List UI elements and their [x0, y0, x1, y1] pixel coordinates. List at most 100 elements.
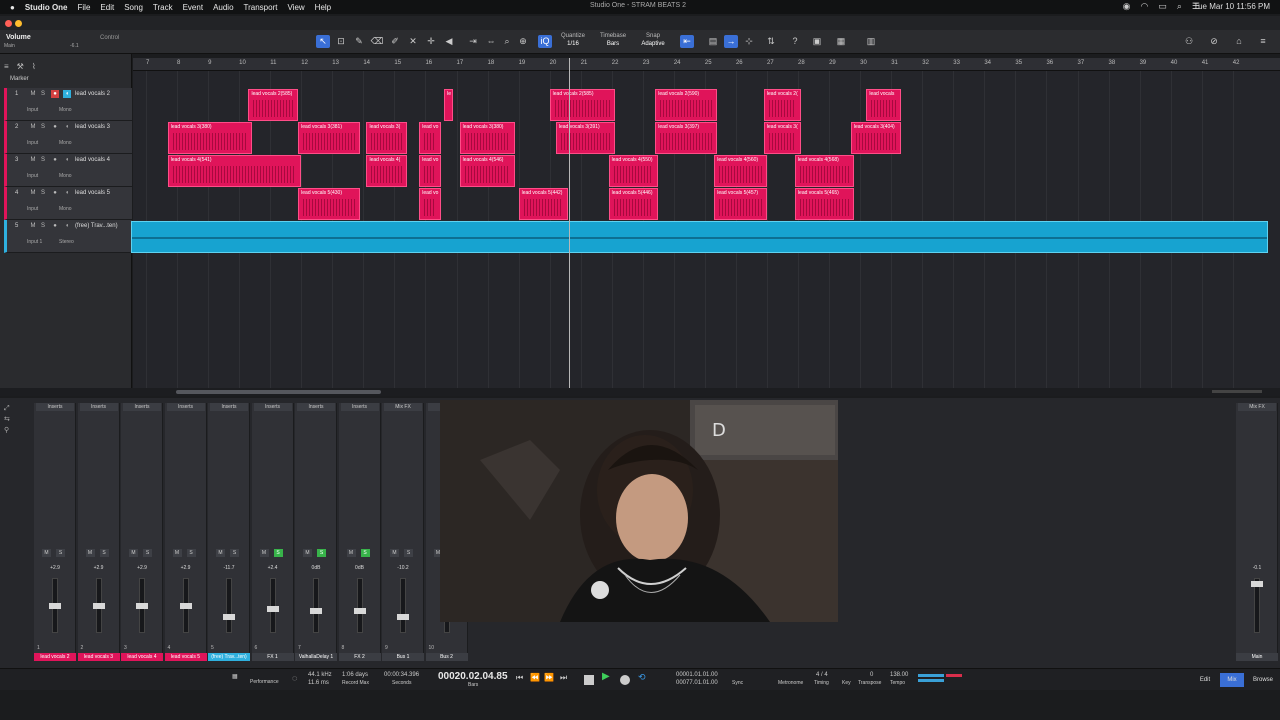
channel-strip[interactable]: Inserts M S +2.9 1 lead vocals 2 — [34, 403, 76, 661]
strip-solo-button[interactable]: S — [143, 549, 152, 557]
snap-select[interactable]: Adaptive — [636, 41, 670, 47]
strip-solo-button[interactable]: S — [99, 549, 109, 557]
track-input[interactable]: Input — [27, 173, 38, 179]
strip-fader[interactable] — [356, 578, 363, 633]
mute-button[interactable]: M — [29, 90, 37, 98]
menu-edit[interactable]: Edit — [100, 3, 114, 12]
track-header[interactable]: 1 M S ● ◖ lead vocals 2 Input Mono — [4, 88, 132, 121]
scroll-thumb[interactable] — [176, 390, 381, 394]
strip-mute-button[interactable]: M — [42, 549, 51, 557]
main-strip[interactable]: Mix FX -0.1 Main — [1236, 403, 1278, 661]
strip-name[interactable]: lead vocals 2 — [34, 653, 76, 661]
inserts-button[interactable]: Inserts — [123, 403, 161, 411]
audio-clip[interactable]: le — [444, 89, 454, 121]
strip-volume[interactable]: 0dB — [339, 565, 381, 571]
strip-name[interactable]: ValhallaDelay 1 — [295, 653, 337, 661]
strip-solo-button[interactable]: S — [360, 549, 370, 557]
cpu-icon[interactable]: ◌ — [292, 673, 297, 683]
mute-button[interactable]: M — [29, 222, 37, 230]
menu-file[interactable]: File — [78, 3, 91, 12]
horizontal-scrollbar[interactable] — [0, 388, 1280, 396]
audio-clip[interactable]: lead vocals — [866, 89, 901, 121]
track-input[interactable]: Input — [27, 107, 38, 113]
solo-button[interactable]: S — [39, 90, 47, 98]
iq-button[interactable]: iQ — [538, 35, 552, 48]
strip-volume[interactable]: 0dB — [295, 565, 337, 571]
audio-clip[interactable]: lead vocals 5(442) — [518, 188, 569, 220]
inserts-button[interactable]: Inserts — [253, 403, 292, 411]
io-icon[interactable]: ⇆ — [4, 414, 30, 425]
user-icon[interactable]: ⚇ — [1182, 35, 1196, 48]
snap-toggle-icon[interactable]: ⇤ — [680, 35, 694, 48]
mute-button[interactable]: M — [29, 123, 37, 131]
strip-mute-button[interactable]: M — [85, 549, 95, 557]
strip-name[interactable]: lead vocals 4 — [121, 653, 163, 661]
audio-clip[interactable]: lead vocals 4(546) — [459, 155, 516, 187]
search-icon[interactable]: ⌕ — [1177, 1, 1182, 12]
audio-clip[interactable]: lead vocals 3(391) — [555, 122, 615, 154]
audio-clip[interactable]: lead vocals 2(585) — [549, 89, 615, 121]
timeline-ruler[interactable]: 7 8 9 10 11 12 13 14 15 16 17 18 19 20 21 22 23 24 25 26 27 2… — [133, 58, 1280, 71]
track-header[interactable]: 4 M S ● ◖ lead vocals 5 Input Mono — [4, 187, 132, 220]
menu-track[interactable]: Track — [153, 3, 173, 12]
mute-tool-icon[interactable]: ✕ — [406, 35, 420, 48]
main-volume[interactable]: -0.1 — [1236, 565, 1278, 571]
monitor-icon[interactable]: ◖ — [63, 222, 71, 230]
listen-tool-icon[interactable]: ◀ — [442, 35, 456, 48]
paint-tool-icon[interactable]: ✐ — [388, 35, 402, 48]
help-icon[interactable]: ? — [788, 35, 802, 48]
audio-clip[interactable]: lead vocals 4(541) — [167, 155, 302, 187]
monitor-icon[interactable]: ◖ — [63, 189, 71, 197]
rewind-start-icon[interactable]: ⏮ — [516, 673, 523, 683]
tab-edit[interactable]: Edit — [1194, 673, 1216, 687]
strip-mute-button[interactable]: M — [303, 549, 312, 557]
record-arm-icon[interactable]: ● — [51, 222, 59, 230]
menu-song[interactable]: Song — [124, 3, 143, 12]
mute-button[interactable]: M — [29, 156, 37, 164]
automation-icon[interactable]: ⌇ — [32, 62, 36, 74]
audio-clip-beat[interactable] — [131, 221, 1268, 253]
range-tool-icon[interactable]: ⊡ — [334, 35, 348, 48]
apple-icon[interactable]: ● — [10, 3, 15, 12]
inserts-button[interactable]: Inserts — [340, 403, 379, 411]
audio-clip[interactable]: lead vocals 4( — [366, 155, 407, 187]
strip-mute-button[interactable]: M — [390, 549, 399, 557]
strip-solo-button[interactable]: S — [317, 549, 326, 557]
split-tool-icon[interactable]: ✎ — [352, 35, 366, 48]
forward-icon[interactable]: ⏩ — [544, 673, 554, 682]
menu-help[interactable]: Help — [315, 3, 331, 12]
strip-name[interactable]: FX 1 — [251, 653, 294, 661]
track-name[interactable]: lead vocals 2 — [75, 91, 110, 97]
strip-volume[interactable]: -10.2 — [382, 565, 424, 571]
strip-fader-knob[interactable] — [136, 602, 148, 609]
monitor-icon[interactable]: ◖ — [63, 156, 71, 164]
strip-volume[interactable]: +2.9 — [121, 565, 163, 571]
strip-name[interactable]: lead vocals 5 — [164, 653, 207, 661]
param-value[interactable]: -6.1 — [70, 43, 79, 49]
strip-fader-knob[interactable] — [353, 608, 366, 615]
menu-event[interactable]: Event — [183, 3, 203, 12]
wrench-icon[interactable]: ⚒ — [17, 62, 24, 74]
seconds-display[interactable]: 00:00:34.396 — [384, 672, 419, 678]
audio-clip[interactable]: lead vo — [419, 155, 441, 187]
pin-icon[interactable]: ⚲ — [4, 425, 30, 436]
strip-volume[interactable]: +2.9 — [165, 565, 207, 571]
strip-name[interactable]: FX 2 — [338, 653, 381, 661]
battery-icon[interactable]: ▭ — [1158, 1, 1167, 12]
strip-solo-button[interactable]: S — [230, 549, 239, 557]
home-icon[interactable]: ⌂ — [1232, 35, 1246, 48]
strip-solo-button[interactable]: S — [186, 549, 196, 557]
strip-mute-button[interactable]: M — [172, 549, 182, 557]
wifi-icon[interactable]: ◠ — [1141, 1, 1149, 12]
track-input[interactable]: Input — [27, 206, 38, 212]
loop-end[interactable]: 00077.01.01.00 — [676, 680, 718, 686]
channel-strip[interactable]: Inserts M S +2.9 2 lead vocals 3 — [77, 403, 120, 661]
strip-mute-button[interactable]: M — [346, 549, 356, 557]
inserts-button[interactable]: Inserts — [210, 403, 248, 411]
audio-clip[interactable]: lead vocals 3(380) — [167, 122, 252, 154]
strip-fader-knob[interactable] — [179, 602, 192, 609]
strip-fader[interactable] — [226, 578, 232, 633]
channel-strip[interactable]: Mix FX M S -10.2 9 Bus 1 — [382, 403, 424, 661]
strip-mute-button[interactable]: M — [129, 549, 138, 557]
audio-clip[interactable]: lead vocals 5(465) — [794, 188, 854, 220]
